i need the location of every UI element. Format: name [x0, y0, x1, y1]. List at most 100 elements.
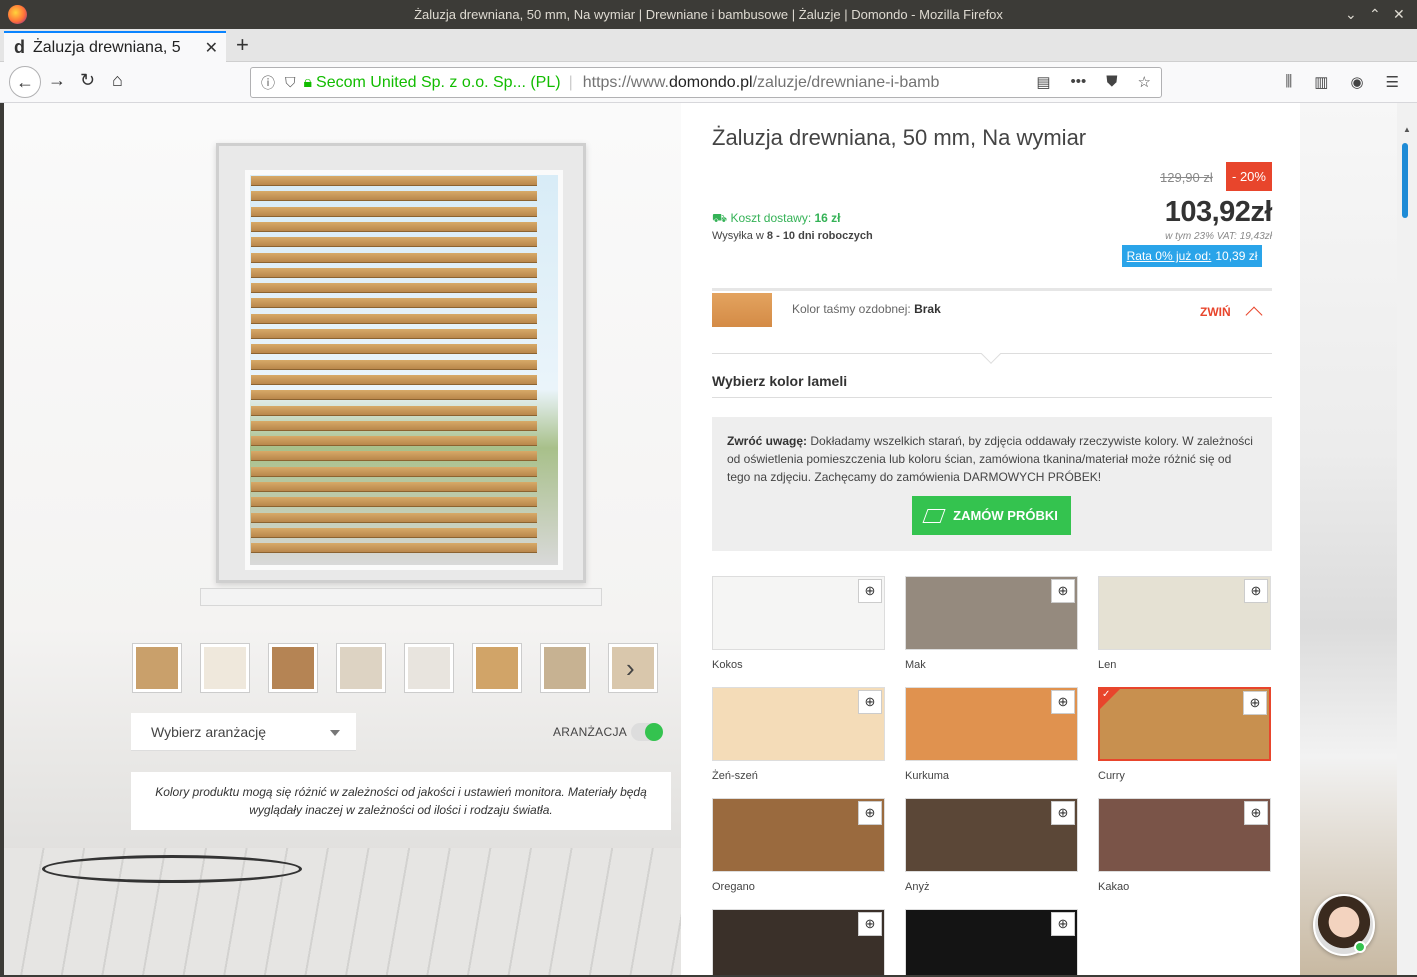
scroll-up-icon[interactable]: ▲: [1403, 125, 1411, 134]
close-window-icon[interactable]: ✕: [1393, 6, 1405, 23]
delivery-cost: ⛟ Koszt dostawy: 16 zł: [712, 211, 841, 225]
color-swatch-item[interactable]: ✓ ⊕ Curry: [1098, 687, 1271, 782]
zoom-icon[interactable]: ⊕: [1051, 579, 1075, 603]
color-swatch-item[interactable]: ⊕: [905, 909, 1078, 975]
color-swatch[interactable]: ⊕: [712, 576, 885, 650]
thumbnail[interactable]: [404, 643, 454, 693]
blind-slat: [251, 298, 537, 309]
shipping-time: Wysyłka w 8 - 10 dni roboczych: [712, 230, 873, 242]
color-swatch[interactable]: ✓ ⊕: [1098, 687, 1271, 761]
color-swatch-item[interactable]: ⊕ Oregano: [712, 798, 885, 893]
zoom-icon[interactable]: ⊕: [1051, 801, 1075, 825]
home-icon[interactable]: ⌂: [112, 70, 123, 91]
color-swatch-label: Curry: [1098, 770, 1125, 782]
zoom-icon[interactable]: ⊕: [1243, 691, 1267, 715]
color-swatch-label: Len: [1098, 659, 1117, 671]
color-swatch-item[interactable]: ⊕ Mak: [905, 576, 1078, 671]
color-swatch-item[interactable]: ⊕ Kakao: [1098, 798, 1271, 893]
checkmark-icon: ✓: [1102, 689, 1111, 700]
tab-bar: d Żaluzja drewniana, 5 ✕ +: [0, 29, 1417, 62]
thumbnail[interactable]: [200, 643, 250, 693]
zoom-icon[interactable]: ⊕: [1244, 801, 1268, 825]
zoom-icon[interactable]: ⊕: [1051, 690, 1075, 714]
page-actions-icon[interactable]: •••: [1071, 73, 1087, 91]
zoom-icon[interactable]: ⊕: [1051, 912, 1075, 936]
blind-slat: [251, 283, 537, 294]
toggle-knob: [645, 723, 663, 741]
thumbnail[interactable]: [540, 643, 590, 693]
forward-icon[interactable]: →: [48, 70, 66, 91]
collapse-button[interactable]: ZWIŃ: [1200, 305, 1231, 319]
blind-slat: [251, 267, 537, 278]
color-swatch[interactable]: ⊕: [905, 909, 1078, 975]
zoom-icon[interactable]: ⊕: [858, 912, 882, 936]
blind-slat: [251, 313, 537, 324]
tab-active[interactable]: d Żaluzja drewniana, 5 ✕: [4, 31, 226, 62]
url-bar[interactable]: ⓘ ⛉ 🔒︎ Secom United Sp. z o.o. Sp... (PL…: [250, 67, 1162, 98]
blind-slat: [251, 482, 537, 492]
blind-slat: [251, 436, 537, 447]
color-swatch[interactable]: ⊕: [905, 576, 1078, 650]
url-text[interactable]: https://www.domondo.pl/zaluzje/drewniane…: [583, 74, 983, 92]
blind-slat: [251, 252, 537, 263]
account-icon[interactable]: ◉: [1350, 73, 1363, 91]
divider: [712, 397, 1272, 398]
maximize-icon[interactable]: ⌃: [1369, 6, 1381, 23]
color-swatch-label: Mak: [905, 659, 926, 671]
arrangement-select[interactable]: Wybierz aranżację: [131, 713, 356, 751]
menu-icon[interactable]: ☰: [1386, 73, 1399, 91]
back-button[interactable]: ←: [9, 66, 41, 98]
chevron-up-icon[interactable]: [1245, 306, 1263, 324]
reload-icon[interactable]: ↻: [80, 70, 95, 91]
color-swatch-item[interactable]: ⊕ Kokos: [712, 576, 885, 671]
shield-icon[interactable]: ⛉: [285, 74, 296, 91]
chevron-right-icon[interactable]: ›: [626, 653, 635, 684]
zoom-icon[interactable]: ⊕: [858, 579, 882, 603]
sidebar-icon[interactable]: ▥: [1314, 73, 1328, 91]
color-swatch-label: Anyż: [905, 881, 930, 893]
thumbnail[interactable]: [472, 643, 522, 693]
color-swatch-item[interactable]: ⊕ Żeń-szeń: [712, 687, 885, 782]
thumbnail[interactable]: [132, 643, 182, 693]
zoom-icon[interactable]: ⊕: [858, 690, 882, 714]
library-icon[interactable]: ⫼: [1285, 73, 1292, 91]
color-swatch[interactable]: ⊕: [712, 687, 885, 761]
color-swatch[interactable]: ⊕: [1098, 798, 1271, 872]
blind-slat: [251, 497, 537, 508]
info-icon[interactable]: ⓘ: [261, 73, 275, 93]
product-title: Żaluzja drewniana, 50 mm, Na wymiar: [712, 125, 1087, 150]
arrangement-select-label: Wybierz aranżację: [151, 723, 267, 740]
bookmark-star-icon[interactable]: ☆: [1138, 73, 1151, 91]
color-section-heading: Wybierz kolor lameli: [712, 373, 848, 389]
reader-view-icon[interactable]: ▤: [1036, 73, 1050, 91]
color-swatch-item[interactable]: ⊕ Len: [1098, 576, 1271, 671]
pocket-icon[interactable]: ⛊: [1106, 73, 1117, 91]
color-swatch[interactable]: ⊕: [712, 909, 885, 975]
color-swatch[interactable]: ⊕: [1098, 576, 1271, 650]
thumbnail[interactable]: [268, 643, 318, 693]
minimize-icon[interactable]: ⌄: [1345, 6, 1357, 23]
close-tab-icon[interactable]: ✕: [205, 38, 218, 58]
scrollbar-thumb[interactable]: [1402, 143, 1408, 218]
color-swatch-item[interactable]: ⊕ Anyż: [905, 798, 1078, 893]
scrollbar[interactable]: ▲: [1397, 103, 1417, 975]
arrangement-toggle[interactable]: [631, 723, 663, 741]
section-notch: [981, 344, 1001, 364]
zoom-icon[interactable]: ⊕: [858, 801, 882, 825]
installment-badge[interactable]: Rata 0% już od: 10,39 zł: [1122, 245, 1262, 267]
product-main-image[interactable]: [216, 143, 586, 583]
new-tab-icon[interactable]: +: [236, 32, 249, 58]
installment-link[interactable]: Rata 0% już od:: [1127, 249, 1212, 263]
security-owner[interactable]: Secom United Sp. z o.o. Sp... (PL): [316, 74, 561, 92]
color-swatch[interactable]: ⊕: [712, 798, 885, 872]
color-swatch-item[interactable]: ⊕: [712, 909, 885, 975]
product-panel: Żaluzja drewniana, 50 mm, Na wymiar 129,…: [690, 103, 1300, 975]
order-samples-button[interactable]: ZAMÓW PRÓBKI: [912, 496, 1071, 535]
zoom-icon[interactable]: ⊕: [1244, 579, 1268, 603]
color-swatch[interactable]: ⊕: [905, 687, 1078, 761]
color-swatch-item[interactable]: ⊕ Kurkuma: [905, 687, 1078, 782]
color-swatch[interactable]: ⊕: [905, 798, 1078, 872]
blind-slat: [251, 359, 537, 370]
thumbnail[interactable]: [336, 643, 386, 693]
blind-slat: [251, 512, 537, 523]
